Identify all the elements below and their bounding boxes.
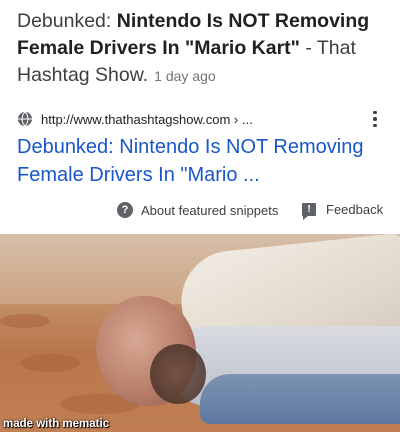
figure-beard bbox=[150, 344, 206, 404]
snippet-headline: Debunked: Nintendo Is NOT Removing Femal… bbox=[17, 8, 389, 90]
source-row: http://www.thathashtagshow.com › ... bbox=[17, 108, 387, 130]
featured-snippet: Debunked: Nintendo Is NOT Removing Femal… bbox=[0, 0, 400, 234]
result-title-link[interactable]: Debunked: Nintendo Is NOT Removing Femal… bbox=[17, 133, 387, 189]
dirt-patch bbox=[20, 354, 80, 372]
feedback-button[interactable]: ! Feedback bbox=[302, 202, 384, 220]
headline-date: 1 day ago bbox=[154, 68, 216, 84]
about-label: About featured snippets bbox=[141, 202, 279, 218]
snippet-footer: ? About featured snippets ! Feedback bbox=[0, 198, 400, 224]
about-featured-snippets-button[interactable]: ? About featured snippets bbox=[117, 202, 278, 218]
globe-icon bbox=[18, 111, 32, 127]
dirt-patch bbox=[0, 314, 50, 328]
watermark: made with mematic bbox=[3, 418, 110, 430]
more-vert-icon[interactable] bbox=[367, 108, 383, 130]
feedback-flag-icon: ! bbox=[302, 203, 316, 220]
figure-shirt bbox=[200, 374, 400, 424]
feedback-label: Feedback bbox=[326, 202, 384, 217]
question-circle-icon: ? bbox=[117, 202, 133, 218]
meme-image: made with mematic bbox=[0, 234, 400, 432]
headline-prefix: Debunked: bbox=[17, 10, 117, 32]
source-url[interactable]: http://www.thathashtagshow.com › ... bbox=[41, 112, 253, 127]
